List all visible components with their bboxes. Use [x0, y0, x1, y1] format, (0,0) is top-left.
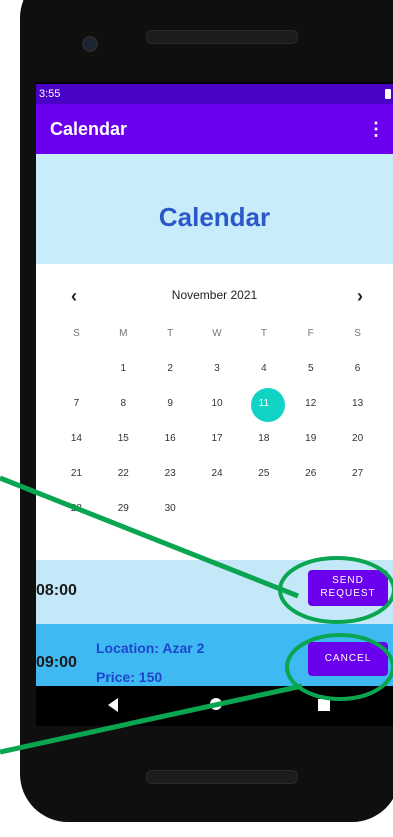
more-vert-icon[interactable]: ⋮: [367, 119, 385, 140]
day-cell[interactable]: 7: [53, 394, 100, 429]
day-cell[interactable]: 30: [147, 499, 194, 534]
chevron-right-icon[interactable]: ›: [357, 286, 363, 307]
weekday-row: S M T W T F S: [53, 324, 381, 359]
month-header: ‹ November 2021 ›: [36, 286, 393, 306]
day-cell-selected[interactable]: 11: [240, 388, 287, 429]
day-cell[interactable]: 15: [100, 429, 147, 464]
day-cell[interactable]: 29: [100, 499, 147, 534]
day-cell[interactable]: 21: [53, 464, 100, 499]
week-row: 21 22 23 24 25 26 27: [53, 464, 381, 499]
day-cell[interactable]: 6: [334, 359, 381, 394]
time-slot-booked: 09:00 Location: Azar 2 Price: 150 CANCEL: [36, 624, 393, 686]
day-cell[interactable]: 19: [287, 429, 334, 464]
front-camera: [82, 36, 98, 52]
selected-day-label: 11: [258, 398, 270, 409]
slot-time: 08:00: [36, 582, 77, 599]
day-cell[interactable]: 26: [287, 464, 334, 499]
time-slot-free: 08:00 SEND REQUEST: [36, 560, 393, 624]
page-title: Calendar: [158, 202, 271, 232]
app-bar: Calendar ⋮: [36, 104, 393, 154]
day-cell[interactable]: 27: [334, 464, 381, 499]
day-cell[interactable]: [194, 499, 241, 534]
day-cell[interactable]: [53, 359, 100, 394]
day-cell[interactable]: [287, 499, 334, 534]
day-cell[interactable]: 14: [53, 429, 100, 464]
top-speaker: [146, 30, 298, 44]
slot-time: 09:00: [36, 654, 77, 671]
day-cell[interactable]: 3: [194, 359, 241, 394]
status-bar: 3:55: [36, 84, 393, 104]
send-request-label-line2: REQUEST: [320, 588, 376, 599]
system-nav-bar: [36, 686, 393, 726]
send-request-button[interactable]: SEND REQUEST: [308, 570, 388, 606]
month-label: November 2021: [171, 288, 258, 302]
slot-price: Price: 150: [96, 669, 163, 685]
day-cell[interactable]: 1: [100, 359, 147, 394]
weekday-label: S: [354, 328, 361, 339]
cancel-button[interactable]: CANCEL: [308, 642, 388, 676]
weekday-label: S: [73, 328, 80, 339]
day-cell[interactable]: 28: [53, 499, 100, 534]
send-request-label-line1: SEND: [332, 575, 364, 586]
calendar-view: ‹ November 2021 › S M T W T F S 1 2 3 4 …: [36, 264, 393, 560]
weekday-label: W: [212, 328, 222, 339]
status-time: 3:55: [39, 88, 61, 100]
bottom-speaker: [146, 770, 298, 784]
recents-icon[interactable]: [318, 699, 330, 711]
weekday-label: T: [167, 328, 174, 339]
week-row: 1 2 3 4 5 6: [53, 359, 381, 394]
week-row: 14 15 16 17 18 19 20: [53, 429, 381, 464]
day-cell[interactable]: 22: [100, 464, 147, 499]
day-cell[interactable]: 20: [334, 429, 381, 464]
day-cell[interactable]: 16: [147, 429, 194, 464]
day-cell[interactable]: 8: [100, 394, 147, 429]
day-cell[interactable]: [240, 499, 287, 534]
day-cell[interactable]: 5: [287, 359, 334, 394]
day-cell[interactable]: 10: [194, 394, 241, 429]
battery-icon: [385, 89, 391, 99]
slot-location: Location: Azar 2: [96, 640, 205, 656]
weekday-label: M: [119, 328, 128, 339]
day-cell[interactable]: 17: [194, 429, 241, 464]
day-cell[interactable]: 12: [287, 394, 334, 429]
week-row: 7 8 9 10 11 12 13: [53, 388, 381, 429]
header-panel: Calendar: [36, 154, 393, 264]
calendar-grid: S M T W T F S 1 2 3 4 5 6 7 8 9 10 11 12…: [53, 324, 381, 534]
day-cell[interactable]: 9: [147, 394, 194, 429]
day-cell[interactable]: 18: [240, 429, 287, 464]
back-icon[interactable]: [108, 698, 118, 712]
day-cell[interactable]: 23: [147, 464, 194, 499]
day-cell[interactable]: 25: [240, 464, 287, 499]
day-cell[interactable]: 13: [334, 394, 381, 429]
app-bar-title: Calendar: [50, 119, 128, 139]
home-icon[interactable]: [210, 698, 222, 710]
weekday-label: F: [307, 328, 314, 339]
week-row: 28 29 30: [53, 499, 381, 534]
day-cell[interactable]: 24: [194, 464, 241, 499]
day-cell[interactable]: [334, 499, 381, 534]
weekday-label: T: [260, 328, 267, 339]
day-cell[interactable]: 2: [147, 359, 194, 394]
